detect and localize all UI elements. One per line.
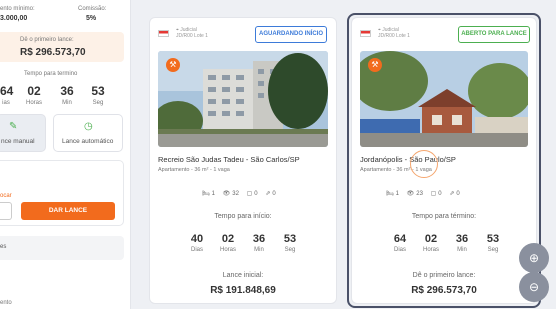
bed-icon: 🛏 1 <box>202 191 215 197</box>
countdown-hours: 02 Horas <box>219 233 236 253</box>
auction-hammer-icon: ⚒ <box>368 58 382 72</box>
property-photo[interactable]: ⚒ <box>360 51 528 147</box>
bed-icon: 🛏 1 <box>386 191 399 197</box>
countdown-days: 64 Dias <box>393 233 407 253</box>
property-card-selected[interactable]: ⌖ Judicial JD/R00 Lote 1 ABERTO PARA LANC… <box>351 17 537 304</box>
property-features: 🛏 1 👁 23 ▢ 0 ⇗ 0 <box>386 190 466 197</box>
first-bid-box: Dê o primeiro lance: R$ 296.573,70 <box>0 32 124 62</box>
zoom-out-button[interactable]: ⊖ <box>519 272 549 302</box>
zoom-in-icon: ⊕ <box>528 251 540 265</box>
min-increment-value: 3.000,00 <box>0 15 28 22</box>
flag-icon <box>360 30 371 37</box>
location-info: ⌖ Judicial JD/R00 Lote 1 <box>378 27 410 39</box>
views-icon: 👁 32 <box>222 191 239 197</box>
first-bid-value: R$ 296.573,70 <box>20 47 86 58</box>
price-label: Lance inicial: <box>222 272 264 279</box>
countdown-seconds: 53 Seg <box>486 233 500 253</box>
commission-label: Comissão: <box>78 6 107 12</box>
status-badge: AGUARDANDO INÍCIO <box>255 26 327 43</box>
share-icon: ⇗ 0 <box>449 191 460 197</box>
bid-form: ocar DAR LANCE <box>0 160 124 226</box>
share-icon: ⇗ 0 <box>265 191 276 197</box>
countdown-days: 40 Dias <box>190 233 204 253</box>
property-photo[interactable]: ⚒ <box>158 51 328 147</box>
section-header[interactable]: es <box>0 236 124 260</box>
comments-icon: ▢ 0 <box>430 191 442 197</box>
property-title[interactable]: Jordanópolis - São Paulo/SP <box>360 155 456 164</box>
bid-amount-input[interactable] <box>0 202 12 220</box>
first-bid-label: Dê o primeiro lance: <box>20 37 74 43</box>
countdown-seconds: 53 Seg <box>91 84 105 106</box>
flag-icon <box>158 30 169 37</box>
countdown-hours: 02 Horas <box>25 84 42 106</box>
countdown-days: 64 ias <box>0 84 14 106</box>
countdown-minutes: 36 Min <box>60 84 74 106</box>
property-card[interactable]: ⌖ Judicial JD/R00 Lote 1 AGUARDANDO INÍCI… <box>149 17 337 304</box>
manual-bid-icon: ✎ <box>9 121 18 132</box>
auto-bid-option[interactable]: ◷ Lance automático <box>53 114 123 152</box>
bid-panel: ento mínimo: 3.000,00 Comissão: 5% Dê o … <box>0 0 131 309</box>
property-features: 🛏 1 👁 32 ▢ 0 ⇗ 0 <box>202 190 282 197</box>
time-label: Tempo para termino <box>24 71 78 77</box>
countdown-label: Tempo para término: <box>411 213 477 220</box>
zoom-in-button[interactable]: ⊕ <box>519 243 549 273</box>
manual-bid-option[interactable]: ✎ nce manual <box>0 114 46 152</box>
bottom-label: ento <box>0 300 12 306</box>
clock-icon: ◷ <box>84 121 93 132</box>
countdown-seconds: 53 Seg <box>283 233 297 253</box>
price-value: R$ 296.573,70 <box>411 285 477 296</box>
click-highlight <box>410 150 438 178</box>
auction-hammer-icon: ⚒ <box>166 58 180 72</box>
min-increment-label: ento mínimo: <box>0 6 35 12</box>
price-value: R$ 191.848,69 <box>210 285 276 296</box>
countdown-hours: 02 Horas <box>422 233 439 253</box>
comments-icon: ▢ 0 <box>246 191 258 197</box>
zoom-out-icon: ⊖ <box>528 280 540 294</box>
location-info: ⌖ Judicial JD/R00 Lote 1 <box>176 27 208 39</box>
property-subtitle: Apartamento - 36 m² - 1 vaga <box>158 167 230 173</box>
commission-value: 5% <box>86 15 97 22</box>
price-label: Dê o primeiro lance: <box>412 272 476 279</box>
countdown-label: Tempo para início: <box>214 213 272 220</box>
place-bid-button[interactable]: DAR LANCE <box>21 202 115 220</box>
property-title[interactable]: Recreio São Judas Tadeu - São Carlos/SP <box>158 155 300 164</box>
bid-form-label: ocar <box>0 193 12 199</box>
views-icon: 👁 23 <box>406 191 423 197</box>
status-badge: ABERTO PARA LANCE <box>458 26 530 43</box>
countdown-minutes: 36 Min <box>252 233 266 253</box>
countdown-minutes: 36 Min <box>455 233 469 253</box>
